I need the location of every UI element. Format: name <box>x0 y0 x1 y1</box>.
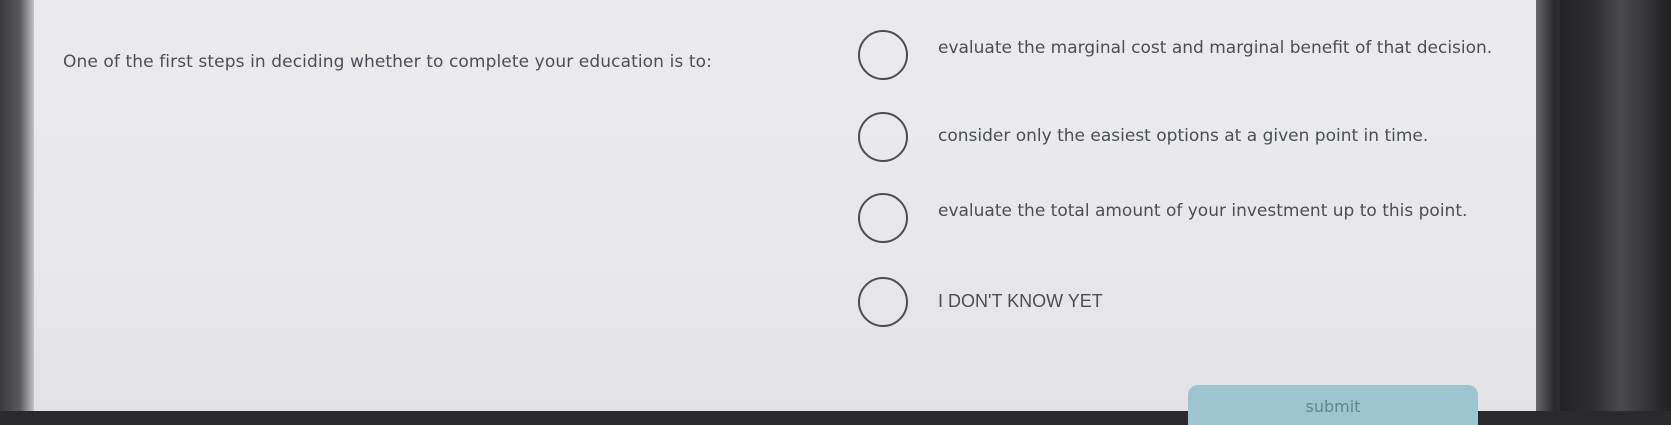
radio-button-3[interactable] <box>858 193 908 243</box>
answer-option-label: I DON'T KNOW YET <box>938 291 1103 311</box>
answer-option-label: evaluate the total amount of your invest… <box>938 201 1468 221</box>
screen: One of the first steps in deciding wheth… <box>0 0 1671 425</box>
answer-option-label: consider only the easiest options at a g… <box>938 126 1429 146</box>
answer-option-label: evaluate the marginal cost and marginal … <box>938 38 1493 58</box>
radio-button-2[interactable] <box>858 112 908 162</box>
submit-button[interactable]: submit <box>1188 385 1478 425</box>
question-text: One of the first steps in deciding wheth… <box>63 52 712 72</box>
radio-button-1[interactable] <box>858 30 908 80</box>
monitor-bezel <box>1560 0 1671 411</box>
radio-button-4[interactable] <box>858 277 908 327</box>
